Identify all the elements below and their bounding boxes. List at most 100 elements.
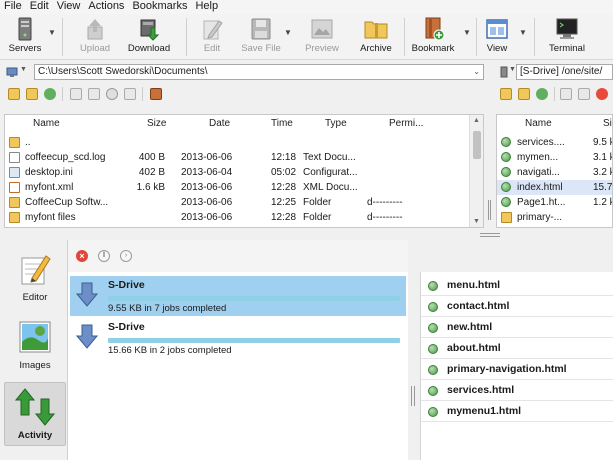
file-name: Page1.ht... xyxy=(517,197,566,208)
table-row[interactable]: primary-... xyxy=(497,210,612,225)
table-row[interactable]: index.html 15.7 k xyxy=(497,180,612,195)
activity-splitter[interactable] xyxy=(410,386,416,406)
edit-button[interactable]: Edit xyxy=(194,16,230,58)
table-row[interactable]: services.... 9.5 k xyxy=(497,135,612,150)
menu-edit[interactable]: Edit xyxy=(26,0,53,14)
horizontal-splitter[interactable] xyxy=(480,233,500,238)
download-arrow-icon xyxy=(75,282,99,308)
refresh-icon[interactable] xyxy=(536,88,548,100)
stop-icon[interactable] xyxy=(106,88,118,100)
properties-icon[interactable] xyxy=(578,88,590,100)
save-file-button[interactable]: Save File xyxy=(238,16,284,58)
remote-path-field[interactable]: [S-Drive] /one/site/ xyxy=(516,64,613,80)
file-time: 12:28 xyxy=(271,182,297,193)
local-path-field[interactable]: C:\Users\Scott Swedorski\Documents\ ⌄ xyxy=(34,64,484,80)
vertical-scrollbar[interactable]: ▲ ▼ xyxy=(469,115,483,227)
table-row[interactable]: myfont.xml 1.6 kB 2013-06-06 12:28 XML D… xyxy=(5,180,467,195)
file-time: 05:02 xyxy=(271,167,297,178)
download-button[interactable]: Download xyxy=(124,16,174,58)
menu-view[interactable]: View xyxy=(53,0,85,14)
preview-icon xyxy=(309,17,335,41)
file-name: myfont files xyxy=(25,212,76,223)
list-item[interactable]: services.html xyxy=(421,381,613,401)
edit-icon xyxy=(199,17,225,41)
save-dropdown-icon[interactable]: ▼ xyxy=(283,28,293,40)
remote-path-text: /one/site/ xyxy=(561,66,603,77)
menu-help[interactable]: Help xyxy=(191,0,222,14)
location-dropdown-icon[interactable]: ▼ xyxy=(20,66,27,73)
delete-icon[interactable] xyxy=(596,88,608,100)
bookmark-small-icon[interactable] xyxy=(150,88,162,100)
html-file-icon xyxy=(428,323,438,333)
resume-icon[interactable]: › xyxy=(120,250,132,262)
rename-icon[interactable] xyxy=(124,88,136,100)
job-file-name: menu.html xyxy=(447,279,501,291)
list-item[interactable]: about.html xyxy=(421,339,613,359)
file-date: 2013-06-04 xyxy=(181,167,233,178)
pause-icon[interactable]: ‖ xyxy=(98,250,110,262)
menu-actions[interactable]: Actions xyxy=(84,0,128,14)
folder-icon xyxy=(9,197,20,208)
list-item[interactable]: menu.html xyxy=(421,276,613,296)
images-label: Images xyxy=(19,360,51,371)
table-row[interactable]: CoffeeCup Softw... 2013-06-06 12:25 Fold… xyxy=(5,195,467,210)
bookmark-button[interactable]: Bookmark xyxy=(410,16,456,58)
up-folder-icon[interactable] xyxy=(26,88,38,100)
column-header-date[interactable]: Date xyxy=(209,115,230,133)
scroll-down-icon[interactable]: ▼ xyxy=(473,218,480,225)
menu-bookmarks[interactable]: Bookmarks xyxy=(128,0,191,14)
job-item[interactable]: S-Drive 9.55 KB in 7 jobs completed xyxy=(70,276,406,316)
table-row[interactable]: Page1.ht... 1.2 k xyxy=(497,195,613,210)
servers-dropdown-icon[interactable]: ▼ xyxy=(47,28,57,40)
table-row[interactable]: .. xyxy=(5,135,467,150)
column-header-time[interactable]: Time xyxy=(271,115,293,133)
file-name: primary-... xyxy=(517,212,562,223)
column-header-name[interactable]: Name xyxy=(525,115,552,133)
column-header-name[interactable]: Name xyxy=(33,115,60,133)
cancel-icon[interactable]: × xyxy=(76,250,88,262)
job-item[interactable]: S-Drive 15.66 KB in 2 jobs completed xyxy=(70,318,406,358)
archive-button[interactable]: Archive xyxy=(356,16,396,58)
table-row[interactable]: navigati... 3.2 k xyxy=(497,165,612,180)
list-item[interactable]: new.html xyxy=(421,318,613,338)
view-button[interactable]: View xyxy=(482,16,512,58)
edit-label: Edit xyxy=(203,43,221,54)
scroll-up-icon[interactable]: ▲ xyxy=(473,117,480,124)
editor-mode-button[interactable]: Editor xyxy=(4,252,66,308)
scroll-thumb[interactable] xyxy=(473,131,481,159)
refresh-icon[interactable] xyxy=(44,88,56,100)
edit-small-icon[interactable] xyxy=(560,88,572,100)
new-folder-icon[interactable] xyxy=(8,88,20,100)
file-permissions: d--------- xyxy=(367,197,403,208)
images-mode-button[interactable]: Images xyxy=(4,320,66,376)
path-dropdown-icon[interactable]: ⌄ xyxy=(473,65,480,79)
preview-button[interactable]: Preview xyxy=(300,16,344,58)
properties-icon[interactable] xyxy=(88,88,100,100)
menu-file[interactable]: File xyxy=(0,0,26,14)
column-header-size[interactable]: Size xyxy=(147,115,166,133)
server-dropdown-icon[interactable]: ▼ xyxy=(509,66,516,73)
file-size: 1.2 k xyxy=(593,197,613,208)
list-item[interactable]: contact.html xyxy=(421,297,613,317)
list-item[interactable]: mymenu1.html xyxy=(421,402,613,422)
up-folder-icon[interactable] xyxy=(518,88,530,100)
pane-splitter[interactable] xyxy=(486,200,492,220)
new-folder-icon[interactable] xyxy=(500,88,512,100)
column-header-permissions[interactable]: Permi... xyxy=(389,115,423,133)
activity-mode-button[interactable]: Activity xyxy=(4,382,66,446)
view-dropdown-icon[interactable]: ▼ xyxy=(518,28,528,40)
upload-button[interactable]: Upload xyxy=(72,16,118,58)
table-row[interactable]: desktop.ini 402 B 2013-06-04 05:02 Confi… xyxy=(5,165,467,180)
column-header-type[interactable]: Type xyxy=(325,115,347,133)
servers-button[interactable]: Servers xyxy=(4,16,46,58)
terminal-button[interactable]: Terminal xyxy=(544,16,590,58)
download-label: Download xyxy=(127,43,171,54)
edit-small-icon[interactable] xyxy=(70,88,82,100)
remote-mini-toolbar xyxy=(496,84,613,104)
table-row[interactable]: mymen... 3.1 k xyxy=(497,150,612,165)
table-row[interactable]: coffeecup_scd.log 400 B 2013-06-06 12:18… xyxy=(5,150,467,165)
table-row[interactable]: myfont files 2013-06-06 12:28 Folder d--… xyxy=(5,210,467,225)
column-header-size[interactable]: Si xyxy=(603,115,612,133)
list-item[interactable]: primary-navigation.html xyxy=(421,360,613,380)
bookmark-dropdown-icon[interactable]: ▼ xyxy=(462,28,472,40)
